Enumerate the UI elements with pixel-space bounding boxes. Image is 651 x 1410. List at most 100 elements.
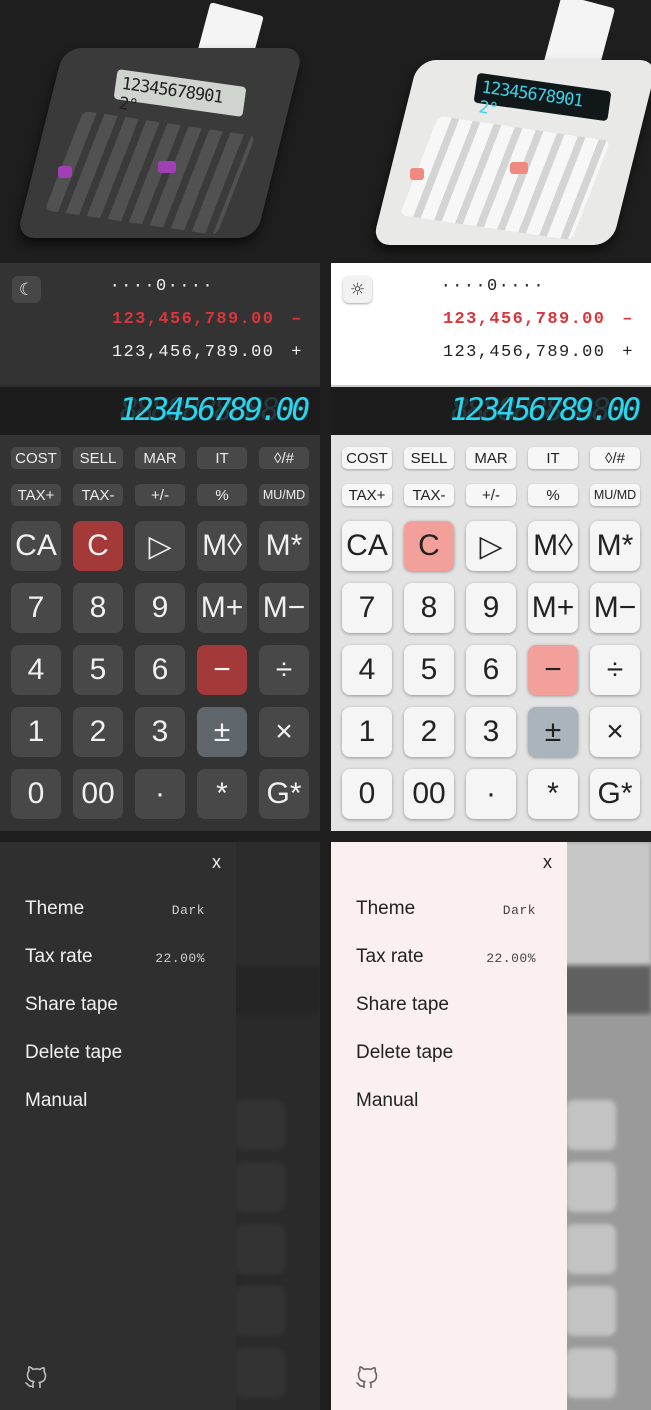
key-1[interactable]: 1	[11, 707, 61, 757]
lcd-value: 123456789.00	[450, 392, 641, 428]
tape-line: 123,456,789.00 –	[442, 310, 634, 329]
total-key[interactable]: *	[528, 769, 578, 819]
theme-toggle-button[interactable]: ☼	[343, 276, 372, 303]
memory-star-key[interactable]: M*	[259, 521, 309, 571]
key-3[interactable]: 3	[466, 707, 516, 757]
multiply-key[interactable]: ×	[259, 707, 309, 757]
diamond-hash-key[interactable]: ◊/#	[590, 447, 640, 469]
grand-total-key[interactable]: G*	[259, 769, 309, 819]
sign-change-key[interactable]: +/-	[135, 484, 185, 506]
key-2[interactable]: 2	[404, 707, 454, 757]
menu-item-value: 22.00%	[155, 951, 205, 966]
key-00[interactable]: 00	[73, 769, 123, 819]
memory-minus-key[interactable]: M−	[590, 583, 640, 633]
memory-plus-key[interactable]: M+	[528, 583, 578, 633]
key-6[interactable]: 6	[466, 645, 516, 695]
menu-item-share-tape[interactable]: Share tape	[25, 994, 205, 1022]
github-icon[interactable]	[355, 1362, 379, 1390]
grand-total-key[interactable]: G*	[590, 769, 640, 819]
divide-key[interactable]: ÷	[590, 645, 640, 695]
tape-line: ····0····	[440, 277, 545, 296]
sell-key[interactable]: SELL	[73, 447, 123, 469]
tax-plus-key[interactable]: TAX+	[11, 484, 61, 506]
key-8[interactable]: 8	[73, 583, 123, 633]
paper-tape: ☾ ····0···· 123,456,789.00 – 123,456,789…	[0, 263, 320, 385]
github-icon[interactable]	[24, 1362, 48, 1390]
memory-diamond-key[interactable]: M◊	[197, 521, 247, 571]
menu-item-theme[interactable]: Theme Dark	[356, 898, 536, 926]
key-0[interactable]: 0	[342, 769, 392, 819]
divide-key[interactable]: ÷	[259, 645, 309, 695]
margin-key[interactable]: MAR	[466, 447, 516, 469]
cost-key[interactable]: COST	[11, 447, 61, 469]
tape-line: 123,456,789.00 +	[111, 343, 303, 362]
clear-all-key[interactable]: CA	[11, 521, 61, 571]
decimal-point-key[interactable]: ·	[135, 769, 185, 819]
menu-item-share-tape[interactable]: Share tape	[356, 994, 536, 1022]
close-menu-button[interactable]: x	[212, 852, 221, 873]
it-key[interactable]: IT	[528, 447, 578, 469]
minus-key[interactable]: −	[528, 645, 578, 695]
markup-markdown-key[interactable]: MU/MD	[259, 484, 309, 506]
total-key[interactable]: *	[197, 769, 247, 819]
menu-item-manual[interactable]: Manual	[356, 1090, 536, 1118]
menu-item-delete-tape[interactable]: Delete tape	[356, 1042, 536, 1070]
lcd-value: 123456789.00	[119, 392, 310, 428]
menu-item-theme[interactable]: Theme Dark	[25, 898, 205, 926]
cost-key[interactable]: COST	[342, 447, 392, 469]
key-9[interactable]: 9	[466, 583, 516, 633]
key-7[interactable]: 7	[11, 583, 61, 633]
key-4[interactable]: 4	[342, 645, 392, 695]
menu-item-tax-rate[interactable]: Tax rate 22.00%	[356, 946, 536, 974]
diamond-hash-key[interactable]: ◊/#	[259, 447, 309, 469]
tax-minus-key[interactable]: TAX-	[404, 484, 454, 506]
it-key[interactable]: IT	[197, 447, 247, 469]
markup-markdown-key[interactable]: MU/MD	[590, 484, 640, 506]
menu-item-label: Share tape	[356, 994, 449, 1015]
key-5[interactable]: 5	[404, 645, 454, 695]
menu-item-label: Delete tape	[25, 1042, 123, 1063]
key-0[interactable]: 0	[11, 769, 61, 819]
memory-minus-key[interactable]: M−	[259, 583, 309, 633]
percent-key[interactable]: %	[528, 484, 578, 506]
key-2[interactable]: 2	[73, 707, 123, 757]
backspace-key[interactable]: ▷	[135, 521, 185, 571]
memory-star-key[interactable]: M*	[590, 521, 640, 571]
decimal-point-key[interactable]: ·	[466, 769, 516, 819]
menu-item-label: Manual	[356, 1090, 419, 1111]
sell-key[interactable]: SELL	[404, 447, 454, 469]
key-3[interactable]: 3	[135, 707, 185, 757]
menu-item-label: Share tape	[25, 994, 118, 1015]
tax-plus-key[interactable]: TAX+	[342, 484, 392, 506]
clear-all-key[interactable]: CA	[342, 521, 392, 571]
key-4[interactable]: 4	[11, 645, 61, 695]
key-1[interactable]: 1	[342, 707, 392, 757]
clear-key[interactable]: C	[73, 521, 123, 571]
multiply-key[interactable]: ×	[590, 707, 640, 757]
theme-toggle-button[interactable]: ☾	[12, 276, 41, 303]
menu-item-delete-tape[interactable]: Delete tape	[25, 1042, 205, 1070]
menu-item-tax-rate[interactable]: Tax rate 22.00%	[25, 946, 205, 974]
sign-change-key[interactable]: +/-	[466, 484, 516, 506]
minus-key[interactable]: −	[197, 645, 247, 695]
close-menu-button[interactable]: x	[543, 852, 552, 873]
hero-product-photos: 12345678901 2° 12345678901 2°	[0, 0, 651, 263]
key-9[interactable]: 9	[135, 583, 185, 633]
margin-key[interactable]: MAR	[135, 447, 185, 469]
plus-minus-equals-key[interactable]: ±	[528, 707, 578, 757]
key-7[interactable]: 7	[342, 583, 392, 633]
key-00[interactable]: 00	[404, 769, 454, 819]
backspace-key[interactable]: ▷	[466, 521, 516, 571]
key-5[interactable]: 5	[73, 645, 123, 695]
menu-item-manual[interactable]: Manual	[25, 1090, 205, 1118]
key-6[interactable]: 6	[135, 645, 185, 695]
key-8[interactable]: 8	[404, 583, 454, 633]
clear-key[interactable]: C	[404, 521, 454, 571]
percent-key[interactable]: %	[197, 484, 247, 506]
light-printing-calculator-image: 12345678901 2°	[371, 0, 651, 245]
tax-minus-key[interactable]: TAX-	[73, 484, 123, 506]
memory-diamond-key[interactable]: M◊	[528, 521, 578, 571]
tape-line: 123,456,789.00 –	[111, 310, 303, 329]
memory-plus-key[interactable]: M+	[197, 583, 247, 633]
plus-minus-equals-key[interactable]: ±	[197, 707, 247, 757]
